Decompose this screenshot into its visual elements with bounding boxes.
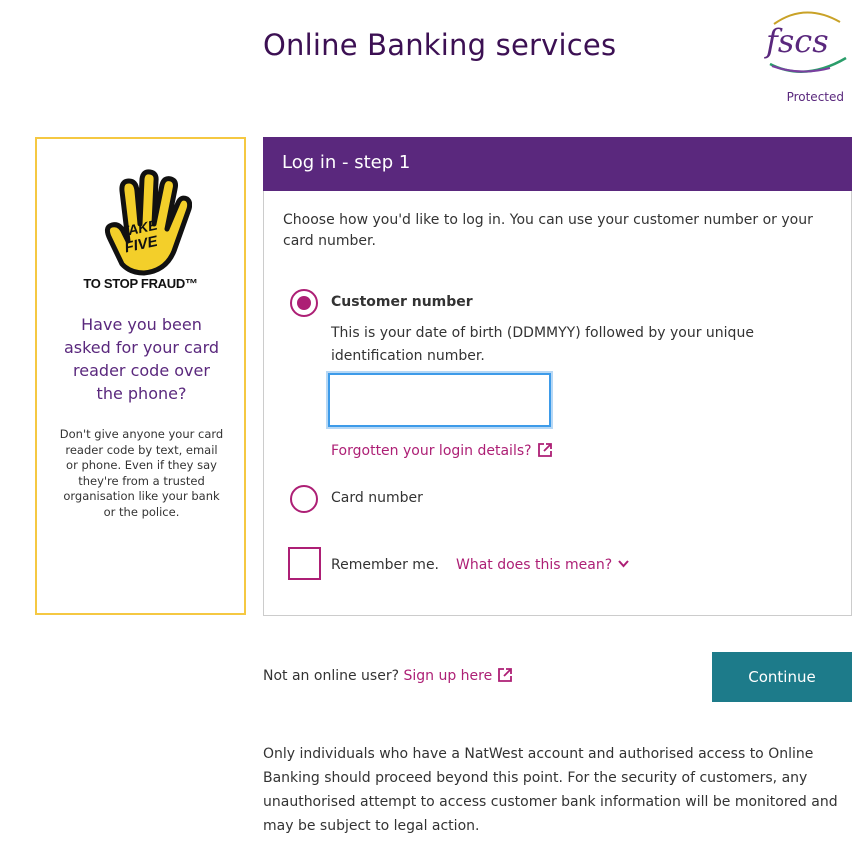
- customer-number-label[interactable]: Customer number: [331, 294, 473, 310]
- remember-me-label[interactable]: Remember me.: [331, 557, 439, 573]
- fscs-logo: fscs: [764, 11, 847, 73]
- what-does-this-mean-text: What does this mean?: [456, 557, 613, 573]
- customer-number-radio[interactable]: [290, 289, 318, 317]
- fraud-heading: TO STOP FRAUD™: [83, 276, 198, 291]
- chevron-down-icon: [618, 560, 629, 568]
- login-step-title: Log in - step 1: [282, 152, 411, 173]
- login-intro-text: Choose how you'd like to log in. You can…: [283, 212, 813, 249]
- external-link-icon: [498, 668, 513, 682]
- security-disclaimer: Only individuals who have a NatWest acco…: [263, 746, 838, 834]
- fraud-question: Have you been asked for your card reader…: [63, 315, 220, 403]
- customer-number-help: This is your date of birth (DDMMYY) foll…: [331, 325, 754, 364]
- external-link-icon: [537, 443, 552, 457]
- take-five-hand-icon: TAKE FIVE: [104, 169, 192, 276]
- card-number-label[interactable]: Card number: [331, 490, 423, 506]
- not-online-user-row: Not an online user? Sign up here: [263, 668, 513, 684]
- svg-text:fscs: fscs: [764, 22, 829, 60]
- login-card: Log in - step 1 Choose how you'd like to…: [263, 137, 852, 616]
- sign-up-link[interactable]: Sign up here: [403, 668, 513, 684]
- forgotten-login-link[interactable]: Forgotten your login details?: [331, 443, 552, 459]
- forgotten-login-link-text: Forgotten your login details?: [331, 443, 532, 459]
- customer-number-input[interactable]: [326, 371, 553, 429]
- continue-button[interactable]: Continue: [712, 652, 852, 702]
- card-number-radio[interactable]: [290, 485, 318, 513]
- page-title: Online Banking services: [263, 28, 617, 62]
- what-does-this-mean-link[interactable]: What does this mean?: [456, 557, 629, 573]
- fraud-body-text: Don't give anyone your card reader code …: [59, 427, 224, 519]
- not-online-user-text: Not an online user?: [263, 668, 400, 684]
- remember-me-checkbox[interactable]: [288, 547, 321, 580]
- sign-up-link-text: Sign up here: [403, 668, 493, 684]
- fscs-protected-label: Protected: [786, 90, 844, 104]
- login-card-header: Log in - step 1: [263, 137, 852, 191]
- fraud-awareness-panel: TAKE FIVE TO STOP FRAUD™ Have you been a…: [35, 137, 246, 615]
